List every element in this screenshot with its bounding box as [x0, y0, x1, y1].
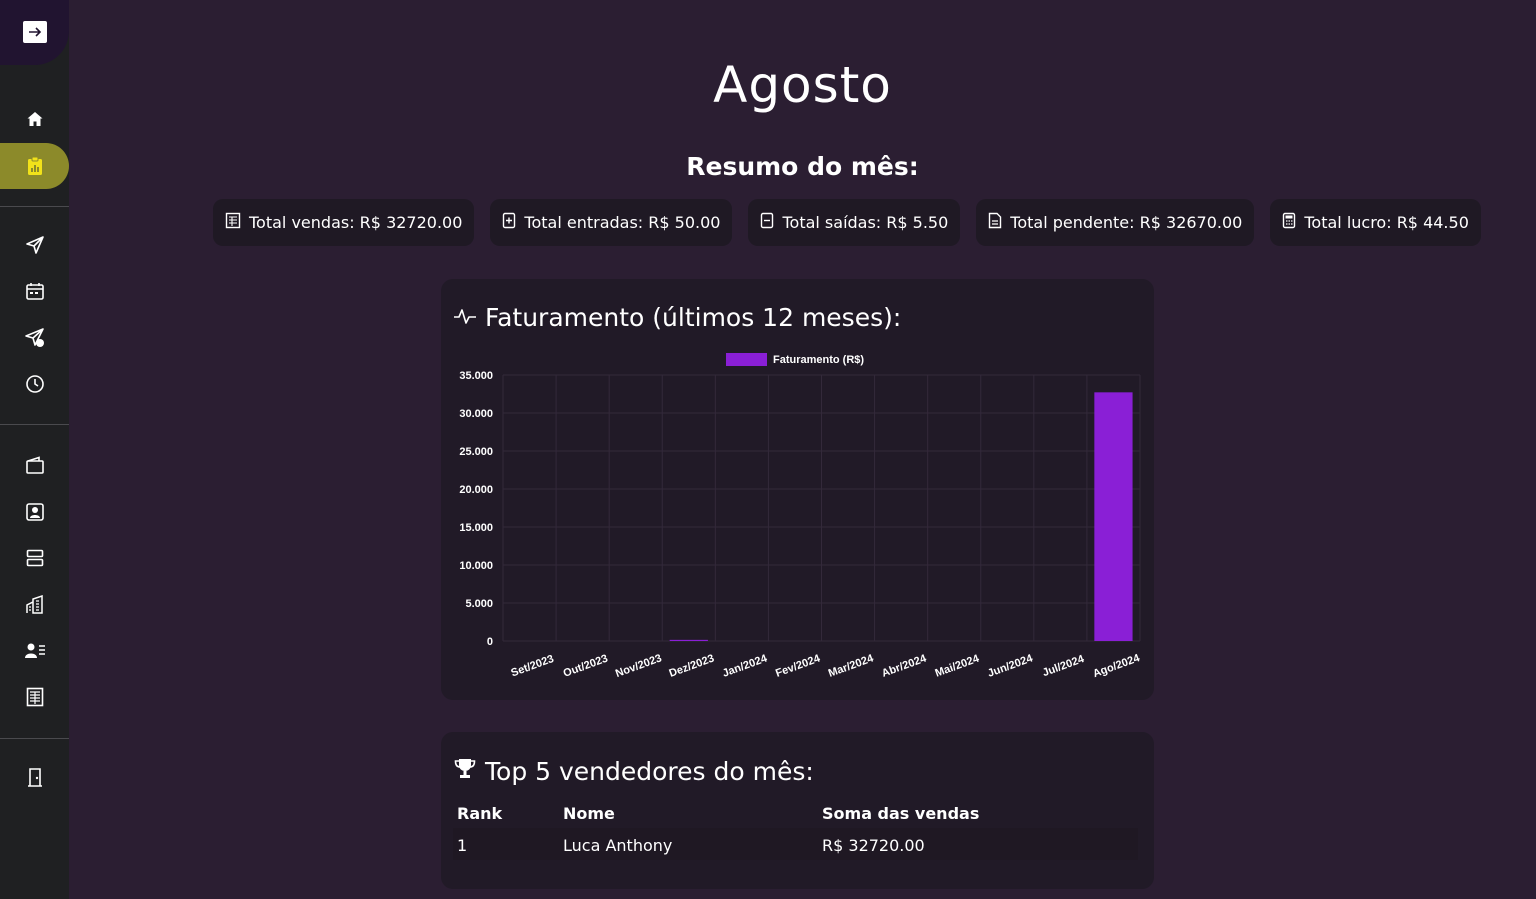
home-icon — [26, 110, 44, 128]
cell-name: Luca Anthony — [563, 836, 673, 855]
x-tick-label: Out/2023 — [562, 653, 610, 680]
cell-rank: 1 — [457, 836, 468, 855]
x-tick-label: Nov/2023 — [614, 652, 664, 680]
y-tick-label: 35.000 — [459, 370, 493, 382]
door-icon — [26, 767, 44, 787]
column-header-nome: Nome — [563, 804, 615, 823]
sidebar-item-exit[interactable] — [0, 754, 69, 800]
clipboard-chart-icon — [27, 156, 43, 176]
column-header-rank: Rank — [457, 804, 503, 823]
sidebar-item-history[interactable] — [0, 361, 69, 407]
top-sellers-panel: Top 5 vendedores do mês: Rank Nome Soma … — [441, 732, 1154, 889]
cell-total: R$ 32720.00 — [822, 836, 925, 855]
legend-swatch — [726, 353, 767, 366]
summary-card-label: Total entradas: R$ 50.00 — [524, 213, 721, 232]
building-icon — [25, 595, 45, 615]
sidebar-item-wallet[interactable] — [0, 442, 69, 488]
x-tick-label: Set/2023 — [509, 653, 555, 680]
y-tick-label: 15.000 — [459, 522, 493, 534]
ledger-icon — [26, 687, 44, 707]
page-subtitle: Resumo do mês: — [686, 152, 919, 181]
calendar-icon — [25, 281, 45, 301]
x-tick-label: Mai/2024 — [934, 652, 982, 679]
sidebar-item-ledger[interactable] — [0, 674, 69, 720]
table-row-background — [453, 828, 1138, 860]
x-tick-label: Jan/2024 — [721, 652, 770, 679]
sidebar-toggle-button[interactable] — [23, 21, 47, 43]
trophy-icon — [453, 756, 477, 786]
page-title: Agosto — [713, 56, 892, 114]
calculator-icon — [1282, 212, 1296, 233]
x-tick-label: Jul/2024 — [1041, 653, 1087, 679]
sidebar-item-send[interactable] — [0, 222, 69, 268]
sidebar-item-users-list[interactable] — [0, 628, 69, 674]
y-tick-label: 10.000 — [459, 560, 493, 572]
sidebar-item-reports[interactable] — [0, 143, 69, 189]
sidebar-item-servers[interactable] — [0, 535, 69, 581]
summary-card-total-vendas: Total vendas: R$ 32720.00 — [213, 199, 475, 246]
sidebar-item-calendar[interactable] — [0, 268, 69, 314]
sidebar-toggle-area — [0, 0, 69, 65]
summary-card-total-saidas: Total saídas: R$ 5.50 — [748, 199, 961, 246]
y-tick-label: 30.000 — [459, 408, 493, 420]
arrow-right-icon — [29, 27, 42, 37]
sidebar-item-contacts[interactable] — [0, 489, 69, 535]
y-tick-label: 5.000 — [465, 598, 493, 610]
summary-cards: Total vendas: R$ 32720.00 Total entradas… — [213, 199, 1481, 246]
summary-card-label: Total saídas: R$ 5.50 — [782, 213, 949, 232]
x-tick-label: Mar/2024 — [827, 652, 876, 680]
send-icon — [25, 235, 45, 255]
send-badge-icon — [24, 327, 46, 349]
legend-label: Faturamento (R$) — [773, 354, 864, 366]
x-tick-label: Fev/2024 — [774, 652, 823, 679]
top-sellers-title-text: Top 5 vendedores do mês: — [485, 756, 814, 786]
revenue-panel: Faturamento (últimos 12 meses): 35.000 30… — [441, 279, 1154, 700]
server-icon — [26, 549, 44, 567]
x-tick-label: Abr/2024 — [880, 652, 929, 679]
summary-card-total-pendente: Total pendente: R$ 32670.00 — [976, 199, 1255, 246]
sidebar-item-buildings[interactable] — [0, 582, 69, 628]
summary-card-label: Total pendente: R$ 32670.00 — [1010, 213, 1243, 232]
file-text-icon — [988, 212, 1002, 233]
sidebar-item-send-alert[interactable] — [0, 315, 69, 361]
sidebar-divider — [0, 738, 69, 739]
sidebar — [0, 0, 69, 899]
chart-bar — [669, 639, 708, 641]
file-plus-icon — [502, 212, 516, 233]
revenue-chart: 35.000 30.000 25.000 20.000 15.000 10.000 5.00… — [459, 353, 1142, 680]
summary-card-label: Total lucro: R$ 44.50 — [1304, 213, 1469, 232]
column-header-soma: Soma das vendas — [822, 804, 980, 823]
summary-card-label: Total vendas: R$ 32720.00 — [249, 213, 463, 232]
x-tick-label: Jun/2024 — [986, 652, 1035, 680]
summary-card-total-entradas: Total entradas: R$ 50.00 — [490, 199, 733, 246]
receipt-icon — [225, 212, 241, 233]
clock-icon — [25, 374, 45, 394]
sidebar-item-home[interactable] — [0, 96, 69, 142]
x-tick-label: Dez/2023 — [668, 652, 716, 679]
summary-card-total-lucro: Total lucro: R$ 44.50 — [1270, 199, 1481, 246]
users-list-icon — [24, 642, 46, 660]
x-tick-label: Ago/2024 — [1091, 652, 1142, 680]
sidebar-divider — [0, 206, 69, 207]
top-sellers-title: Top 5 vendedores do mês: — [453, 756, 814, 786]
sidebar-divider — [0, 424, 69, 425]
wallet-icon — [25, 456, 45, 474]
user-card-icon — [25, 502, 45, 522]
y-tick-label: 25.000 — [459, 446, 493, 458]
chart-bar — [1094, 392, 1133, 641]
y-tick-label: 0 — [487, 636, 493, 648]
file-minus-icon — [760, 212, 774, 233]
y-tick-label: 20.000 — [459, 484, 493, 496]
